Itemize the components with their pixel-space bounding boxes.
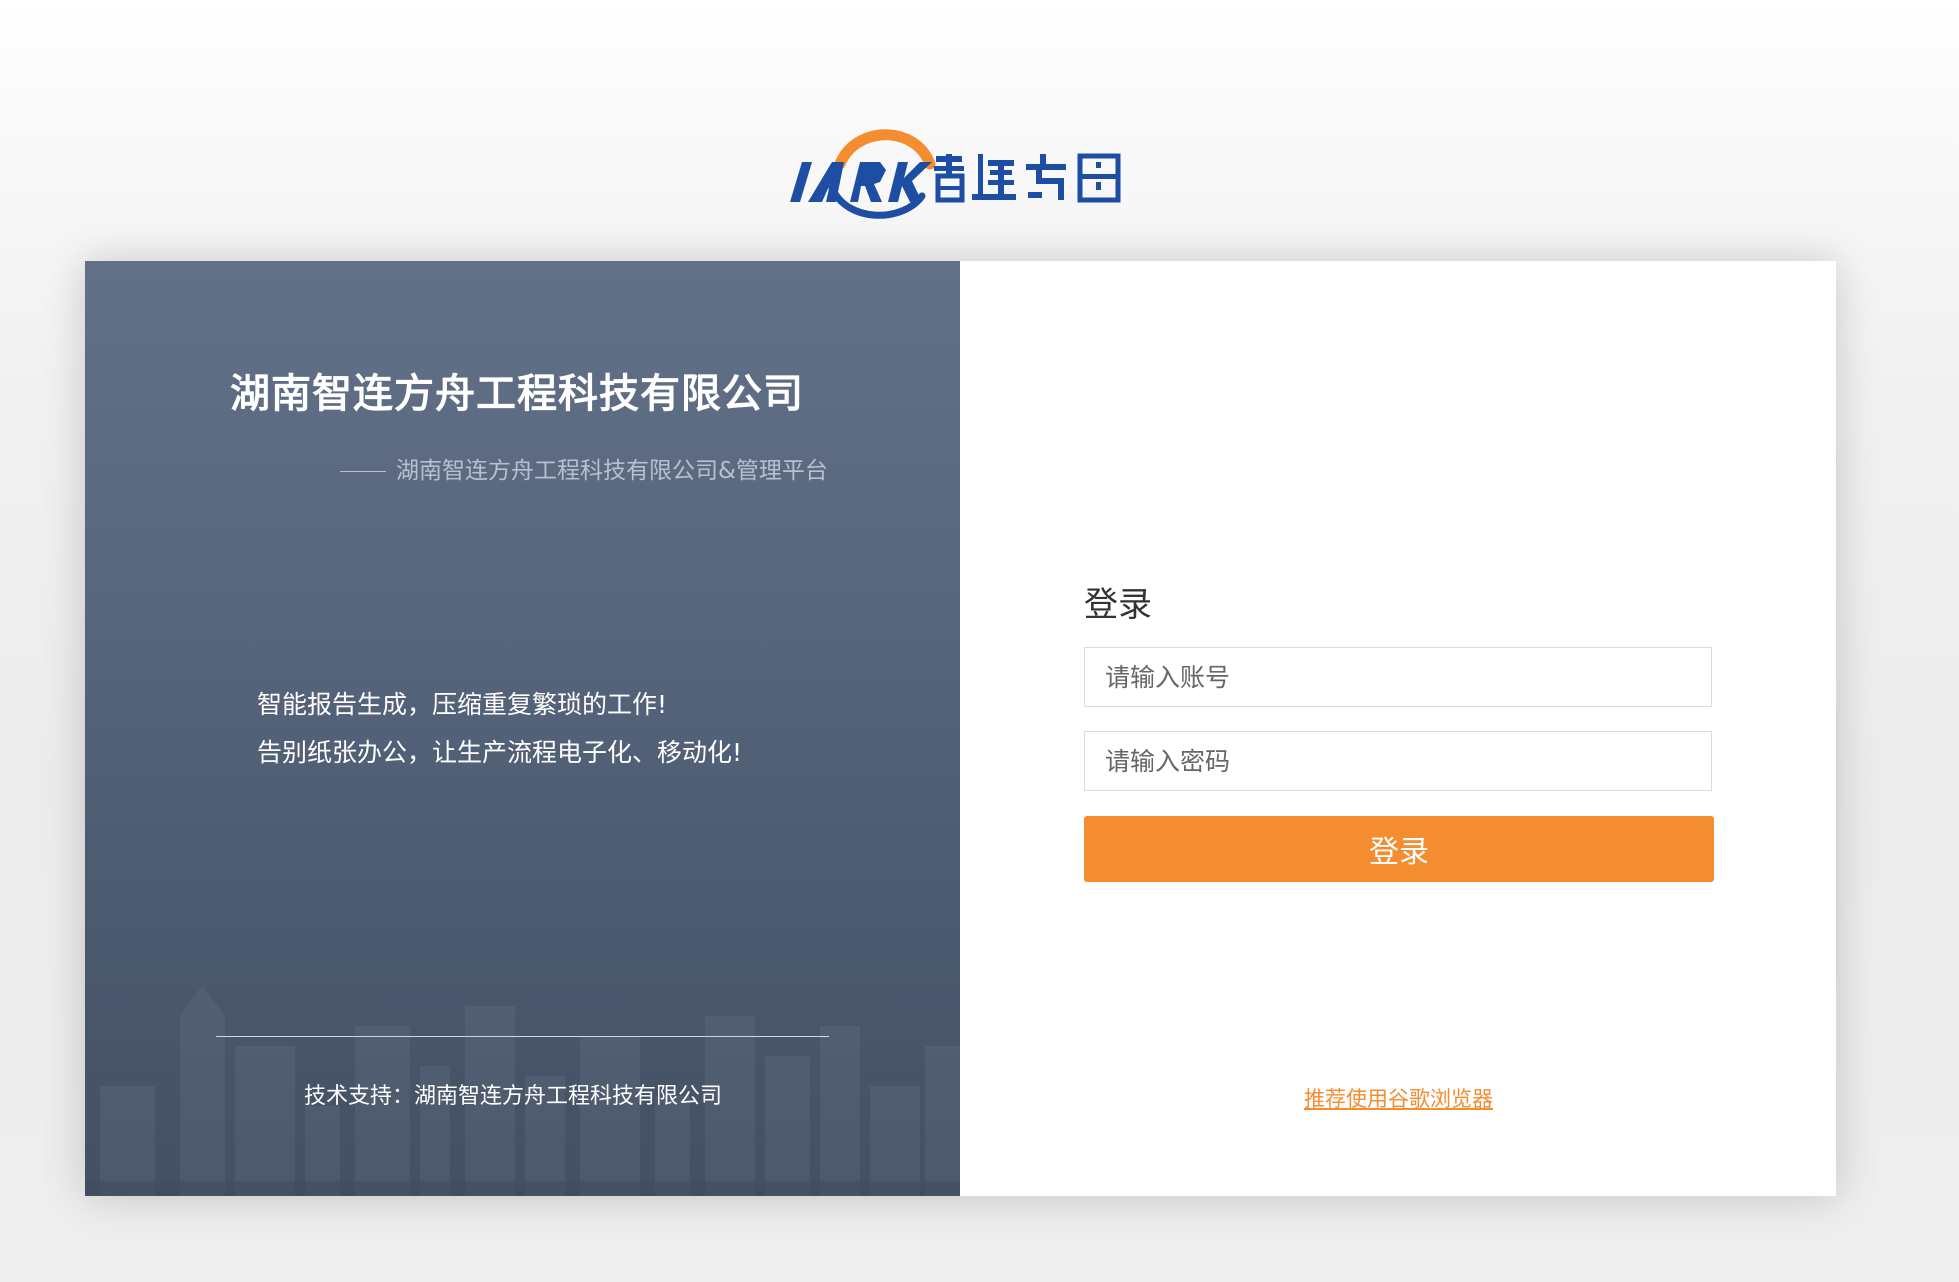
- password-input[interactable]: [1084, 731, 1712, 791]
- login-card: 湖南智连方舟工程科技有限公司 湖南智连方舟工程科技有限公司&管理平台 智能报告生…: [85, 261, 1836, 1196]
- ark-logo-icon: [790, 129, 1121, 219]
- footer-divider: [216, 1036, 829, 1037]
- login-panel: 登录 登录 推荐使用谷歌浏览器: [960, 261, 1836, 1196]
- slogan-line: 告别纸张办公，让生产流程电子化、移动化!: [257, 738, 743, 767]
- subtitle-dash: [340, 471, 386, 472]
- browser-recommendation-link[interactable]: 推荐使用谷歌浏览器: [1304, 1083, 1493, 1113]
- company-logo: [780, 126, 1140, 222]
- login-heading: 登录: [1084, 585, 1152, 625]
- tech-support-text: 技术支持：湖南智连方舟工程科技有限公司: [304, 1084, 723, 1109]
- account-input[interactable]: [1084, 647, 1712, 707]
- promo-panel: 湖南智连方舟工程科技有限公司 湖南智连方舟工程科技有限公司&管理平台 智能报告生…: [85, 261, 960, 1196]
- platform-subtitle: 湖南智连方舟工程科技有限公司&管理平台: [340, 451, 828, 485]
- company-title: 湖南智连方舟工程科技有限公司: [230, 371, 804, 417]
- slogan: 智能报告生成，压缩重复繁琐的工作! 告别纸张办公，让生产流程电子化、移动化!: [257, 681, 742, 777]
- subtitle-text: 湖南智连方舟工程科技有限公司&管理平台: [396, 458, 828, 484]
- slogan-line: 智能报告生成，压缩重复繁琐的工作!: [257, 690, 668, 719]
- login-button[interactable]: 登录: [1084, 816, 1714, 882]
